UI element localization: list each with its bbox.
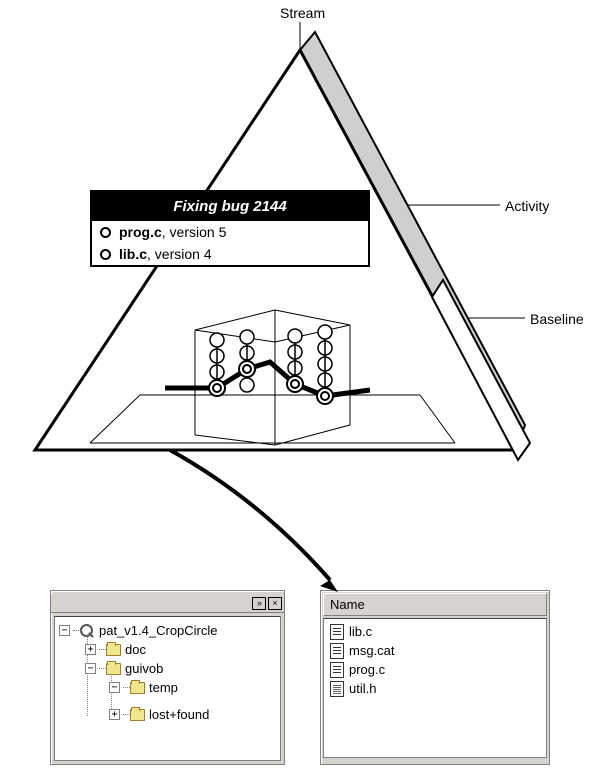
collapse-icon[interactable]: − bbox=[109, 682, 120, 693]
tree-label: doc bbox=[125, 642, 146, 657]
file-name: msg.cat bbox=[349, 643, 395, 658]
activity-title: Fixing bug 2144 bbox=[92, 192, 368, 221]
folder-icon bbox=[130, 709, 145, 721]
tree-label: guivob bbox=[125, 661, 163, 676]
tree-node-guivob[interactable]: − guivob bbox=[59, 659, 280, 678]
arrow-connector bbox=[0, 430, 600, 630]
file-row[interactable]: util.h bbox=[330, 679, 540, 698]
file-name: prog.c bbox=[119, 224, 162, 240]
bullet-icon bbox=[100, 249, 111, 260]
changeset-row: lib.c, version 4 bbox=[92, 243, 368, 265]
folder-tree[interactable]: − pat_v1.4_CropCircle + doc − guivob − bbox=[54, 616, 281, 761]
expand-icon[interactable]: + bbox=[109, 709, 120, 720]
file-icon bbox=[330, 662, 344, 678]
collapse-icon[interactable]: − bbox=[85, 663, 96, 674]
file-name: lib.c bbox=[119, 246, 147, 262]
file-icon bbox=[330, 681, 344, 697]
file-name: util.h bbox=[349, 681, 376, 696]
changeset-row: prog.c, version 5 bbox=[92, 221, 368, 243]
folder-icon bbox=[106, 663, 121, 675]
tree-label: temp bbox=[149, 680, 178, 695]
expand-icon[interactable]: + bbox=[85, 644, 96, 655]
tree-node-doc[interactable]: + doc bbox=[59, 640, 280, 659]
tree-node-temp[interactable]: − temp bbox=[59, 678, 280, 697]
folder-icon bbox=[130, 682, 145, 694]
file-name: prog.c bbox=[349, 662, 385, 677]
file-list[interactable]: lib.c msg.cat prog.c util.h bbox=[323, 618, 547, 758]
tree-node-lostfound[interactable]: + lost+found bbox=[59, 705, 280, 724]
tree-label: lost+found bbox=[149, 707, 209, 722]
file-version: , version 4 bbox=[147, 246, 212, 262]
activity-card: Fixing bug 2144 prog.c, version 5 lib.c,… bbox=[90, 190, 370, 267]
file-row[interactable]: prog.c bbox=[330, 660, 540, 679]
folder-icon bbox=[106, 644, 121, 656]
bullet-icon bbox=[100, 227, 111, 238]
file-version: , version 5 bbox=[162, 224, 227, 240]
file-row[interactable]: msg.cat bbox=[330, 641, 540, 660]
file-icon bbox=[330, 643, 344, 659]
